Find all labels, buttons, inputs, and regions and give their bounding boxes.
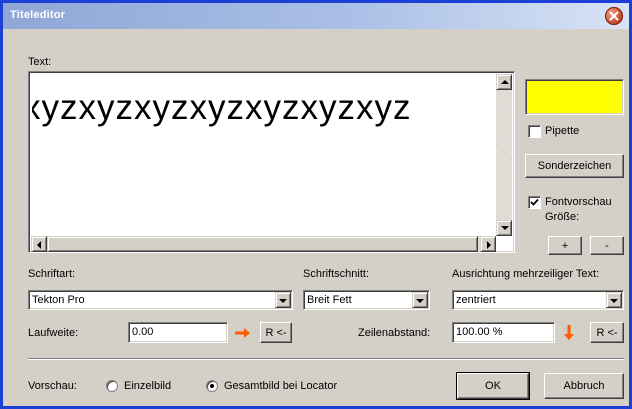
pipette-checkbox[interactable] (528, 125, 541, 138)
line-spacing-arrow-button[interactable] (559, 323, 579, 343)
text-editor[interactable]: xyzxyzxyzxyzxyzxyzxyz (28, 71, 515, 253)
arrow-up-icon (501, 80, 509, 84)
arrow-right-icon (487, 241, 491, 249)
checkmark-icon (530, 198, 539, 206)
alignment-label: Ausrichtung mehrzeiliger Text: (452, 268, 600, 280)
size-decrease-button[interactable]: - (590, 236, 624, 255)
arrow-left-icon (37, 241, 41, 249)
size-increase-button[interactable]: + (548, 236, 582, 255)
font-select-value: Tekton Pro (32, 294, 85, 306)
close-icon (609, 11, 619, 21)
size-label: Größe: (545, 211, 580, 223)
cancel-button[interactable]: Abbruch (544, 373, 624, 399)
chevron-down-icon (610, 299, 618, 303)
tracking-reset-button[interactable]: R <- (260, 322, 292, 343)
scroll-left-button[interactable] (31, 236, 47, 252)
special-characters-button[interactable]: Sonderzeichen (525, 154, 624, 178)
text-label: Text: (28, 56, 52, 68)
font-preview-checkbox[interactable] (528, 196, 541, 209)
tracking-value: 0.00 (132, 326, 154, 338)
alignment-select-value: zentriert (456, 294, 496, 306)
separator (28, 358, 624, 360)
preview-label: Vorschau: (28, 380, 77, 392)
chevron-down-icon (416, 299, 424, 303)
vertical-scrollbar[interactable] (496, 74, 512, 236)
window-title: Titeleditor (10, 9, 66, 21)
style-select-dropdown[interactable] (412, 292, 428, 308)
style-select-value: Breit Fett (307, 294, 352, 306)
scroll-down-button[interactable] (496, 220, 512, 236)
font-select[interactable]: Tekton Pro (28, 290, 293, 310)
arrow-down-orange-icon (564, 325, 574, 340)
pipette-label: Pipette (545, 125, 580, 137)
radio-full-locator-label: Gesamtbild bei Locator (224, 380, 338, 392)
close-button[interactable] (605, 7, 623, 25)
tracking-reset-label: R <- (265, 327, 287, 339)
arrow-right-orange-icon (235, 328, 250, 338)
tracking-label: Laufweite: (28, 327, 79, 339)
horizontal-scroll-thumb[interactable] (47, 236, 478, 252)
minus-label: - (605, 240, 609, 252)
line-spacing-input[interactable]: 100.00 % (452, 322, 555, 343)
cancel-label: Abbruch (563, 380, 605, 392)
line-spacing-reset-button[interactable]: R <- (590, 322, 624, 343)
radio-selected-dot (210, 384, 214, 388)
radio-full-locator[interactable] (206, 380, 218, 392)
special-characters-label: Sonderzeichen (537, 160, 612, 172)
tracking-input[interactable]: 0.00 (128, 322, 228, 343)
font-preview-label: Fontvorschau (545, 196, 612, 208)
font-label: Schriftart: (28, 268, 76, 280)
arrow-down-icon (501, 226, 509, 230)
color-swatch-frame[interactable] (525, 79, 624, 115)
title-bar[interactable]: Titeleditor (3, 3, 629, 29)
tracking-arrow-button[interactable] (233, 323, 253, 343)
ok-label: OK (485, 380, 501, 392)
alignment-select[interactable]: zentriert (452, 290, 624, 310)
line-spacing-label: Zeilenabstand: (358, 327, 431, 339)
line-spacing-reset-label: R <- (596, 327, 618, 339)
scroll-up-button[interactable] (496, 74, 512, 90)
radio-single-frame[interactable] (106, 380, 118, 392)
ok-button[interactable]: OK (456, 372, 530, 400)
scroll-right-button[interactable] (480, 236, 496, 252)
titleeditor-dialog: Titeleditor Text: xyzxyzxyzxyzxyzxyzxyz (0, 0, 632, 409)
chevron-down-icon (279, 299, 287, 303)
radio-single-frame-label: Einzelbild (124, 380, 172, 392)
line-spacing-value: 100.00 % (456, 326, 503, 338)
text-editor-content[interactable]: xyzxyzxyzxyzxyzxyzxyz (32, 88, 499, 128)
plus-label: + (561, 240, 569, 252)
alignment-select-dropdown[interactable] (606, 292, 622, 308)
color-swatch[interactable] (527, 81, 622, 113)
style-select[interactable]: Breit Fett (303, 290, 430, 310)
style-label: Schriftschnitt: (303, 268, 370, 280)
font-select-dropdown[interactable] (275, 292, 291, 308)
